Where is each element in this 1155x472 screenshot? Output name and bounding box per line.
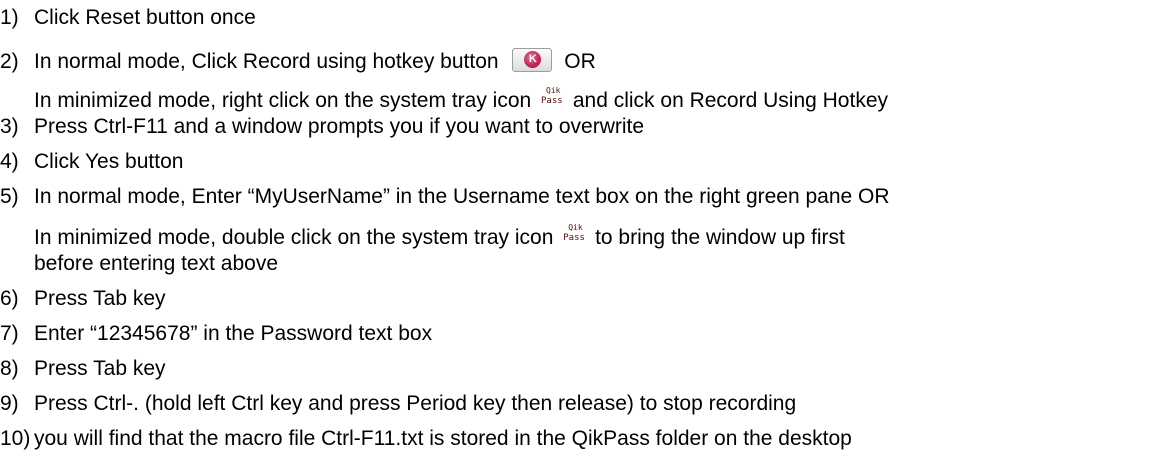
step-10: 10) you will find that the macro file Ctr…: [0, 427, 852, 451]
step-3: 3) Press Ctrl-F11 and a window prompts yo…: [0, 115, 644, 139]
step-number: 8): [0, 357, 19, 380]
step-9: 9) Press Ctrl-. (hold left Ctrl key and p…: [0, 392, 796, 416]
step-2: 2) In normal mode, Click Record using hot…: [0, 48, 596, 74]
step-text: before entering text above: [34, 252, 279, 275]
step-text: In minimized mode, double click on the s…: [34, 226, 560, 249]
step-6: 6) Press Tab key: [0, 287, 166, 311]
step-5: 5) In normal mode, Enter “MyUserName” in …: [0, 185, 890, 209]
step-text: In minimized mode, right click on the sy…: [34, 89, 538, 112]
step-text: In normal mode, Enter “MyUserName” in th…: [34, 185, 890, 208]
step-text: you will find that the macro file Ctrl-F…: [34, 427, 852, 450]
step-text: In normal mode, Click Record using hotke…: [34, 50, 505, 73]
step-text: Press Tab key: [34, 357, 166, 380]
qikpass-tray-icon: Qik Pass: [563, 223, 585, 243]
step-text-after: and click on Record Using Hotkey: [567, 89, 888, 112]
step-text: Press Ctrl-F11 and a window prompts you …: [34, 115, 645, 138]
step-number: 2): [0, 50, 19, 73]
step-text: Click Yes button: [34, 150, 184, 173]
step-number: 9): [0, 392, 19, 415]
step-7: 7) Enter “12345678” in the Password text …: [0, 322, 432, 346]
step-4: 4) Click Yes button: [0, 150, 183, 174]
step-number: 10): [0, 427, 31, 450]
step-number: 5): [0, 185, 19, 208]
step-number: 1): [0, 6, 19, 29]
step-number: 6): [0, 287, 19, 310]
step-text-after: OR: [558, 50, 596, 73]
qikpass-tray-icon: Qik Pass: [541, 86, 563, 106]
step-text: Click Reset button once: [34, 6, 256, 29]
step-1: 1) Click Reset button once: [0, 6, 256, 30]
step-8: 8) Press Tab key: [0, 357, 166, 381]
instructions-document: 1) Click Reset button once 2) In normal mo…: [0, 0, 1155, 472]
record-hotkey-button[interactable]: K: [512, 48, 553, 72]
step-text: Press Tab key: [34, 287, 166, 310]
record-hotkey-k-icon: K: [524, 51, 542, 68]
step-text-after: to bring the window up first: [589, 226, 845, 249]
step-number: 4): [0, 150, 19, 173]
step-text: Enter “12345678” in the Password text bo…: [34, 322, 433, 345]
step-2-continuation: In minimized mode, right click on the sy…: [34, 86, 888, 113]
step-5-continuation-2: before entering text above: [34, 252, 278, 276]
step-text: Press Ctrl-. (hold left Ctrl key and pre…: [34, 392, 797, 415]
step-number: 7): [0, 322, 19, 345]
step-number: 3): [0, 115, 19, 138]
step-5-continuation: In minimized mode, double click on the s…: [34, 223, 845, 250]
